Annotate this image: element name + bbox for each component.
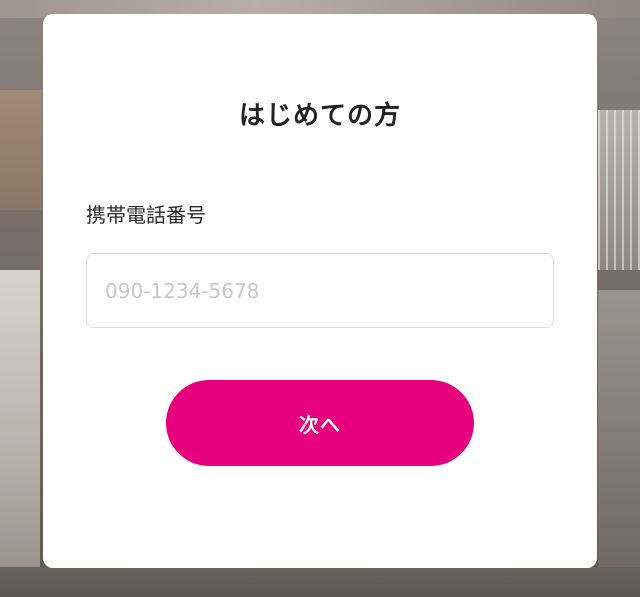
dialog-title: はじめての方 [238, 101, 401, 131]
first-time-dialog: はじめての方 携帯電話番号 次へ [43, 14, 597, 568]
next-button[interactable]: 次へ [166, 380, 474, 466]
background-floor [598, 290, 640, 570]
phone-number-input[interactable] [86, 253, 554, 328]
background-shelf [0, 90, 42, 210]
background-pillar [0, 270, 40, 570]
background-rack [598, 110, 640, 270]
phone-number-label: 携帯電話番号 [86, 203, 206, 227]
background-bottom [0, 567, 640, 597]
